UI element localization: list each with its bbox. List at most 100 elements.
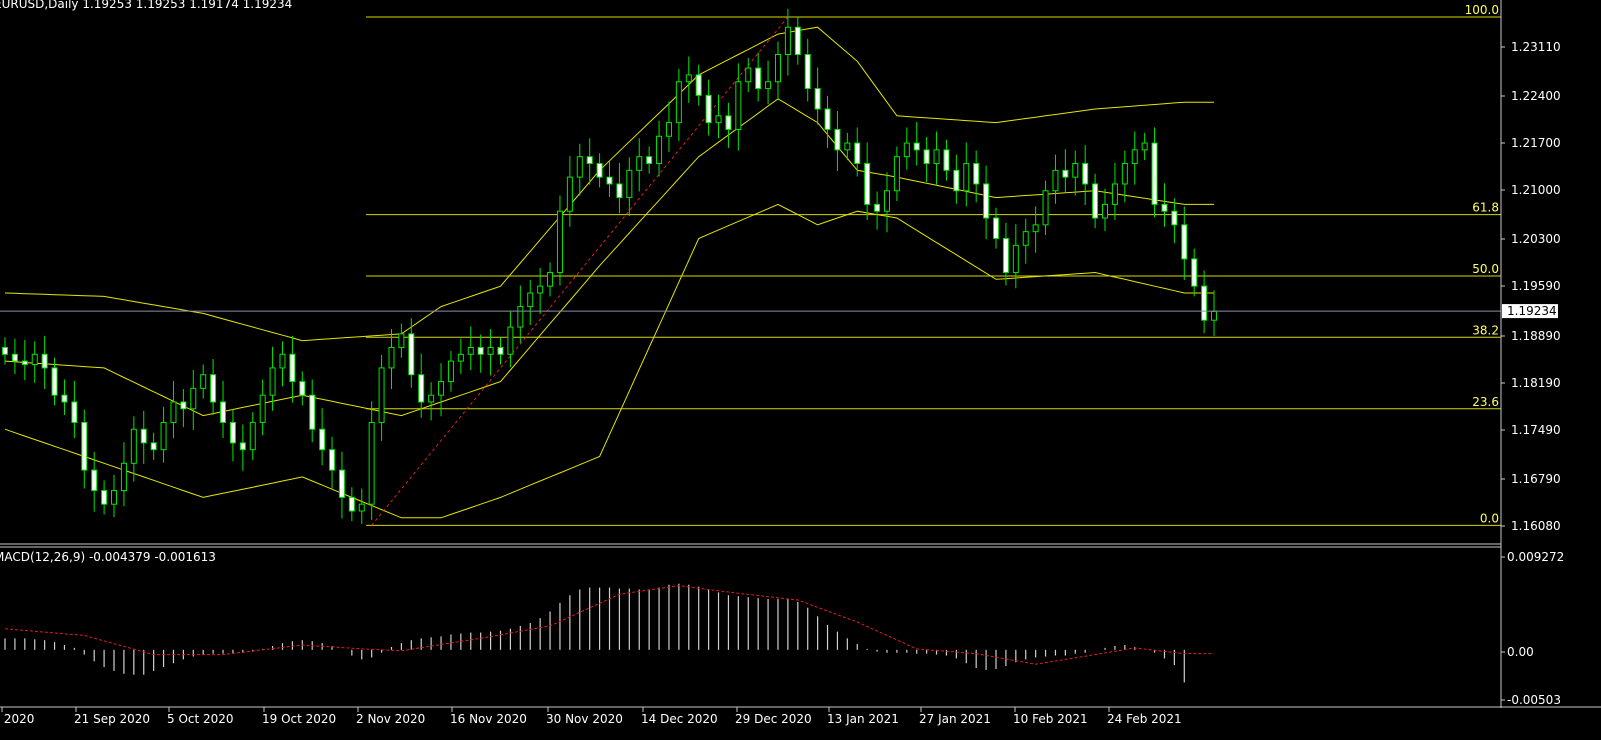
y-tick-label: 1.16080 <box>1511 519 1561 533</box>
candle-bull <box>438 381 445 396</box>
candle-bull <box>784 26 791 55</box>
candle-bear <box>646 156 653 165</box>
candle-bull <box>517 306 524 328</box>
candle-bull <box>537 285 544 294</box>
candle-bull <box>1042 190 1049 226</box>
candle-bear <box>289 353 296 383</box>
candle-bull <box>566 176 573 212</box>
candle-bull <box>269 367 276 396</box>
candle-bear <box>794 26 801 55</box>
candle-bear <box>943 149 950 171</box>
candle-bear <box>814 88 821 110</box>
candle-bull <box>31 353 38 366</box>
candle-bull <box>903 142 910 158</box>
candle-bull <box>636 156 643 171</box>
candle-bear <box>1062 169 1069 178</box>
candle-bear <box>953 169 960 192</box>
candle-bear <box>973 163 980 185</box>
candle-bear <box>299 381 306 396</box>
candle-bull <box>1072 163 1079 178</box>
candle-bear <box>61 394 68 403</box>
candle-bear <box>616 183 623 199</box>
candle-bear <box>725 115 732 130</box>
candle-bull <box>160 421 167 451</box>
x-tick-label: 27 Jan 2021 <box>919 712 991 726</box>
candle-bull <box>933 149 940 165</box>
candle-bull <box>576 156 583 178</box>
candle-bear <box>755 67 762 90</box>
candle-bear <box>101 490 108 505</box>
candle-bear <box>408 333 415 376</box>
candle-bull <box>527 292 534 308</box>
candle-bear <box>239 442 246 451</box>
candle-bear <box>1151 142 1158 205</box>
candle-bear <box>1092 183 1099 219</box>
x-tick-label: 24 Feb 2021 <box>1107 712 1182 726</box>
bollinger-bands <box>4 26 1214 519</box>
candle-bear <box>91 469 98 492</box>
candle-bear <box>913 142 920 151</box>
candle-bear <box>1082 163 1089 185</box>
fibonacci-levels: 100.0 61.8 50.0 38.2 23.6 0.0 <box>366 3 1501 526</box>
y-tick-label: 1.21000 <box>1511 183 1561 197</box>
candle-bull <box>170 401 177 423</box>
candle-bear <box>348 496 355 512</box>
candle-bull <box>1102 203 1109 219</box>
candle-bull <box>765 81 772 90</box>
candle-bear <box>51 367 58 396</box>
candle-bull <box>120 462 127 492</box>
candle-bear <box>41 353 48 369</box>
candle-bull <box>1012 244 1019 274</box>
candle-bear <box>1201 285 1208 321</box>
candle-bull <box>398 333 405 348</box>
y-tick-label: 1.22400 <box>1511 89 1561 103</box>
x-tick-label: 30 Nov 2020 <box>546 712 623 726</box>
candle-bear <box>329 449 336 471</box>
y-tick-label: 1.20300 <box>1511 232 1561 246</box>
candle-bear <box>21 360 28 366</box>
candle-bear <box>983 183 990 219</box>
candle-bull <box>467 346 474 355</box>
candle-bear <box>180 401 187 410</box>
candle-bear <box>864 163 871 205</box>
candle-bear <box>874 203 881 212</box>
x-tick-label: 14 Dec 2020 <box>641 712 718 726</box>
candle-bear <box>586 156 593 165</box>
candle-bull <box>893 156 900 192</box>
candle-bear <box>497 346 504 355</box>
candle-bear <box>229 421 236 444</box>
candle-bear <box>140 428 147 444</box>
current-price: 1.19234 <box>0 304 1558 319</box>
candle-bear <box>923 149 930 165</box>
candle-bear <box>81 421 88 471</box>
candle-bear <box>824 108 831 130</box>
candlesticks <box>2 8 1218 524</box>
fib-level-label: 0.0 <box>1480 511 1499 525</box>
candle-bull <box>656 135 663 165</box>
candle-bear <box>71 401 78 423</box>
fibonacci-trendline <box>371 16 789 526</box>
candle-bear <box>606 176 613 185</box>
candle-bear <box>705 94 712 124</box>
x-tick-label: 16 Nov 2020 <box>450 712 527 726</box>
x-tick-label: 7 Sep 2020 <box>0 712 34 726</box>
chart-canvas: 100.0 61.8 50.0 38.2 23.6 0.0 1.19234 1.23110… <box>0 0 1601 726</box>
candle-bull <box>111 490 118 505</box>
candle-bull <box>626 169 633 199</box>
candle-bear <box>418 374 425 403</box>
axes: 1.23110 1.22400 1.21700 1.21000 1.20300 1.195… <box>0 0 1601 726</box>
candle-bear <box>695 74 702 96</box>
candle-bull <box>844 142 851 151</box>
candle-bull <box>685 74 692 83</box>
candle-bear <box>150 442 157 451</box>
macd-info: MACD(12,26,9) -0.004379 -0.001613 <box>0 550 216 564</box>
candle-bear <box>210 374 217 403</box>
y-tick-label: 1.17490 <box>1511 423 1561 437</box>
candle-bull <box>883 190 890 212</box>
candle-bear <box>1171 210 1178 226</box>
macd-panel <box>4 583 1214 683</box>
candle-bull <box>963 163 970 192</box>
candle-bear <box>11 353 18 362</box>
candle-bear <box>1181 224 1188 260</box>
fib-level-label: 38.2 <box>1472 323 1499 337</box>
